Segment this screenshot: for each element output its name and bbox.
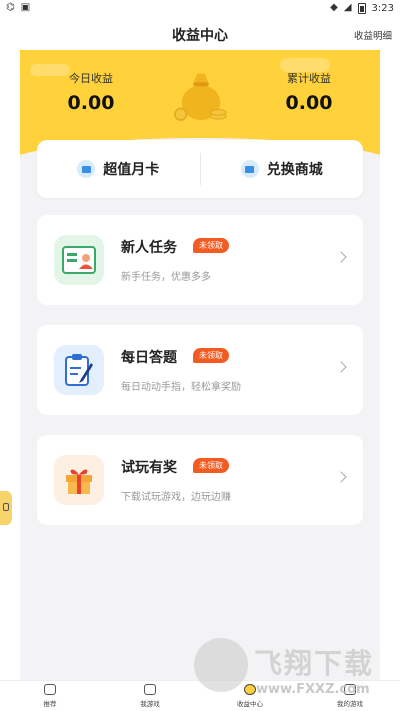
nav-item-earnings-center[interactable]: 收益中心 bbox=[200, 681, 300, 711]
status-time: 3:23 bbox=[371, 2, 394, 14]
unclaimed-badge: 未领取 bbox=[193, 348, 229, 363]
task-description: 每日动动手指，轻松拿奖励 bbox=[121, 382, 241, 393]
nav-item-games[interactable]: 我游戏 bbox=[100, 681, 200, 711]
status-right: ◆ ◢ 3:23 bbox=[330, 2, 394, 14]
moneybag-icon bbox=[174, 73, 227, 121]
total-earnings-value: 0.00 bbox=[285, 92, 333, 114]
task-card-newbie[interactable]: 新人任务 未领取 新手任务，优惠多多 bbox=[37, 215, 363, 305]
card-icon bbox=[77, 160, 96, 178]
chevron-right-icon bbox=[335, 361, 347, 373]
total-earnings-label: 累计收益 bbox=[287, 72, 331, 85]
unclaimed-badge: 未领取 bbox=[193, 458, 229, 473]
side-tab-icon bbox=[3, 503, 9, 511]
shortcut-tabs: 超值月卡 兑换商城 bbox=[37, 140, 363, 198]
tab-label: 超值月卡 bbox=[103, 162, 160, 178]
task-card-daily-quiz[interactable]: 每日答题 未领取 每日动动手指，轻松拿奖励 bbox=[37, 325, 363, 415]
nav-item-my-games[interactable]: 我的游戏 bbox=[300, 681, 400, 711]
tab-label: 兑换商城 bbox=[266, 162, 323, 178]
page-title: 收益中心 bbox=[172, 28, 228, 44]
wifi-icon: ◆ bbox=[330, 2, 338, 13]
clipboard-pen-icon bbox=[54, 345, 104, 395]
nav-item-recommend[interactable]: 推荐 bbox=[0, 681, 100, 711]
battery-icon bbox=[357, 2, 366, 14]
nav-label: 我的游戏 bbox=[337, 700, 363, 708]
gift-icon bbox=[54, 455, 104, 505]
task-title: 每日答题 bbox=[121, 350, 177, 366]
status-bar: ⌬ ▣ ◆ ◢ 3:23 bbox=[0, 0, 400, 18]
task-description: 新手任务，优惠多多 bbox=[121, 272, 211, 283]
notification-icon: ▣ bbox=[20, 2, 31, 13]
nav-label: 收益中心 bbox=[237, 700, 263, 708]
task-title: 试玩有奖 bbox=[121, 460, 177, 476]
today-earnings-label: 今日收益 bbox=[69, 72, 113, 85]
tab-exchange-mall[interactable]: 兑换商城 bbox=[201, 140, 364, 198]
nav-label: 我游戏 bbox=[140, 700, 160, 708]
nav-label: 推荐 bbox=[43, 700, 57, 708]
floating-side-tab[interactable] bbox=[0, 491, 12, 525]
shop-icon bbox=[240, 160, 259, 178]
total-earnings: 累计收益 0.00 bbox=[244, 70, 374, 114]
bottom-nav: 推荐 我游戏 收益中心 我的游戏 bbox=[0, 680, 400, 711]
chevron-right-icon bbox=[335, 251, 347, 263]
task-card-trial-reward[interactable]: 试玩有奖 未领取 下载试玩游戏，边玩边赚 bbox=[37, 435, 363, 525]
gamepad-icon bbox=[144, 684, 156, 695]
unclaimed-badge: 未领取 bbox=[193, 238, 229, 253]
user-icon bbox=[344, 684, 356, 695]
tab-monthly-card[interactable]: 超值月卡 bbox=[37, 140, 200, 198]
carrier-icon: ⌬ bbox=[6, 2, 15, 13]
id-card-icon bbox=[54, 235, 104, 285]
signal-icon: ◢ bbox=[343, 2, 352, 13]
earnings-details-link[interactable]: 收益明细 bbox=[354, 28, 392, 42]
chevron-right-icon bbox=[335, 471, 347, 483]
task-description: 下载试玩游戏，边玩边赚 bbox=[121, 492, 231, 503]
status-left: ⌬ ▣ bbox=[6, 2, 30, 14]
today-earnings-value: 0.00 bbox=[67, 92, 115, 114]
title-bar: 收益中心 收益明细 bbox=[0, 18, 400, 48]
task-title: 新人任务 bbox=[121, 240, 177, 256]
today-earnings: 今日收益 0.00 bbox=[26, 70, 156, 114]
coin-icon bbox=[244, 684, 256, 695]
home-icon bbox=[44, 684, 56, 695]
